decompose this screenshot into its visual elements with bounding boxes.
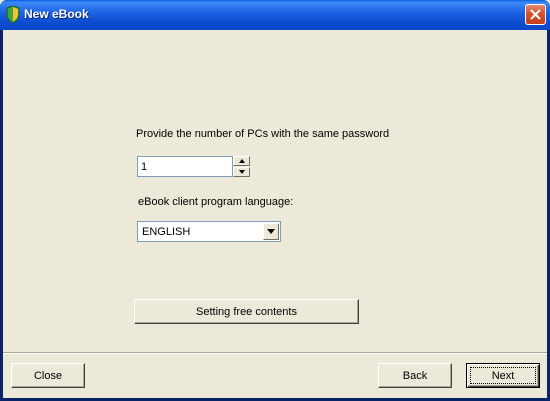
back-button-label: Back: [402, 369, 428, 382]
language-label: eBook client program language:: [138, 196, 294, 208]
next-button-label: Next: [491, 369, 515, 382]
dropdown-arrow-icon: [267, 229, 275, 234]
close-button[interactable]: Close: [11, 363, 85, 388]
window-title: New eBook: [24, 7, 89, 21]
window-close-button[interactable]: [525, 4, 546, 25]
next-button[interactable]: Next: [466, 363, 540, 388]
language-select[interactable]: ENGLISH: [137, 221, 281, 242]
setting-free-contents-button[interactable]: Setting free contents: [134, 299, 359, 324]
title-bar[interactable]: New eBook: [0, 0, 550, 30]
chevron-down-icon: [239, 170, 245, 174]
dialog-window: New eBook Provide the number of PCs with…: [0, 0, 550, 401]
setting-free-contents-label: Setting free contents: [196, 305, 297, 318]
pcs-count-input[interactable]: [137, 156, 233, 177]
app-shield-icon: [5, 5, 21, 24]
pcs-count-label: Provide the number of PCs with the same …: [136, 128, 390, 140]
close-icon: [530, 9, 541, 20]
back-button[interactable]: Back: [378, 363, 452, 388]
language-selected-value: ENGLISH: [142, 226, 191, 238]
spin-down-button[interactable]: [233, 167, 250, 177]
chevron-up-icon: [239, 159, 245, 163]
dialog-body: Provide the number of PCs with the same …: [3, 30, 547, 398]
close-button-label: Close: [33, 369, 63, 382]
spin-up-button[interactable]: [233, 156, 250, 166]
language-dropdown-button[interactable]: [263, 223, 279, 240]
footer-divider: [3, 352, 547, 354]
pcs-count-spinner: [137, 156, 250, 177]
